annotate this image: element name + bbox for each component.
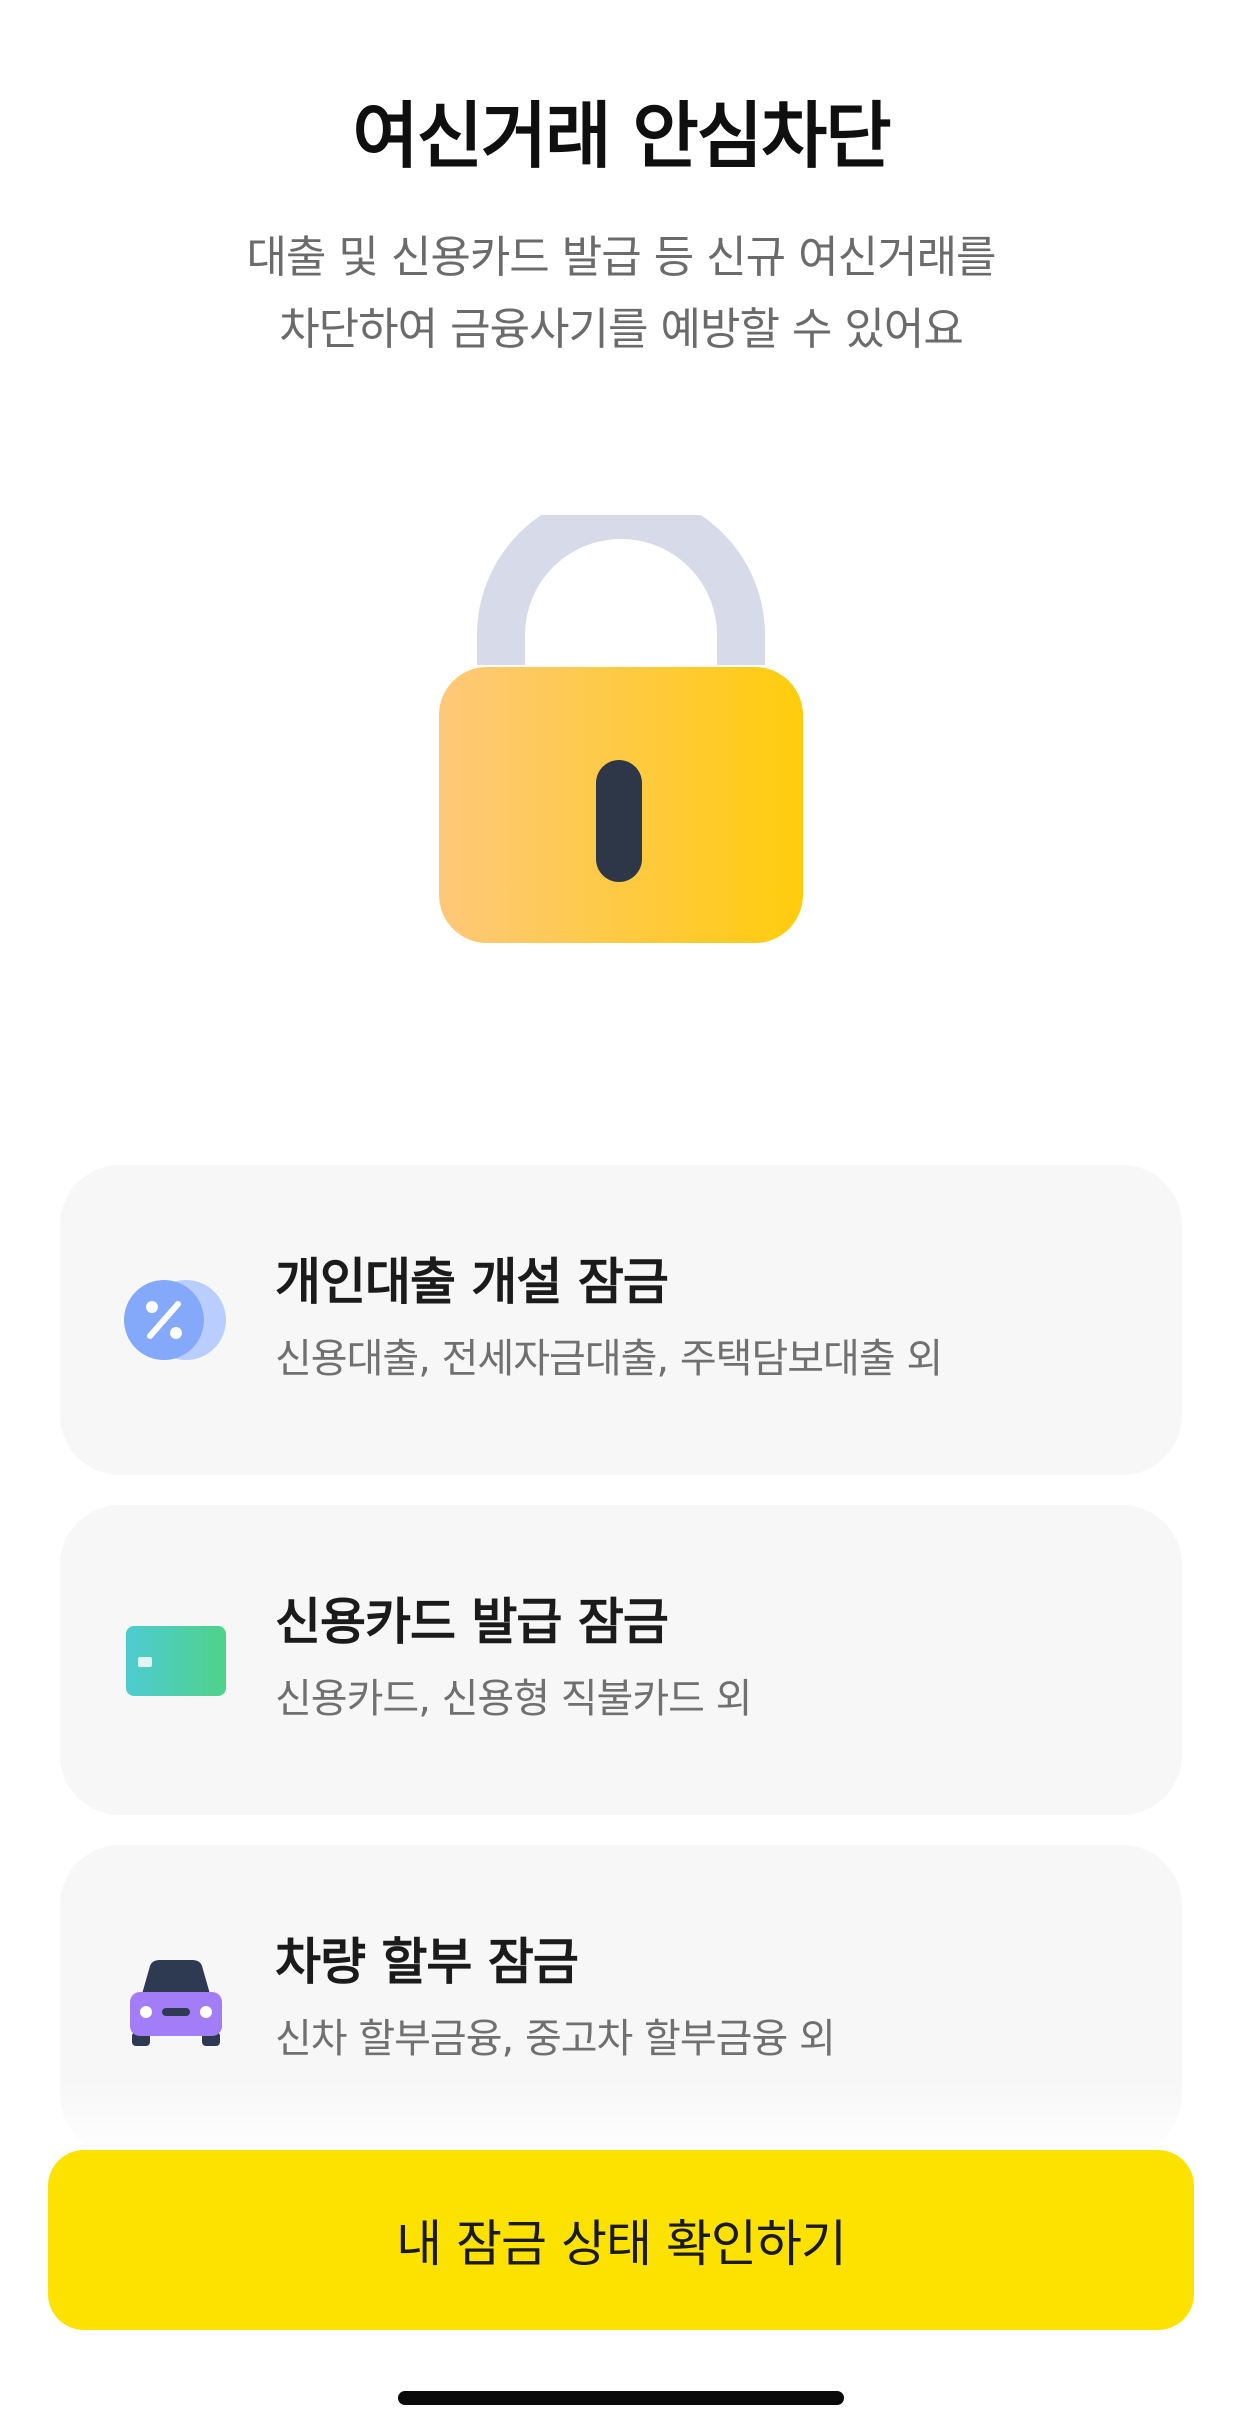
padlock-icon [439,515,803,943]
page-title: 여신거래 안심차단 [352,94,892,178]
lock-item-title: 차량 할부 잠금 [275,1933,579,1991]
check-lock-status-button[interactable]: 내 잠금 상태 확인하기 [48,2150,1194,2330]
car-icon [130,1960,222,2046]
lock-item-title: 개인대출 개설 잠금 [275,1253,669,1311]
lock-item-title: 신용카드 발급 잠금 [275,1593,669,1651]
page-subtitle: 대출 및 신용카드 발급 등 신규 여신거래를 차단하여 금융사기를 예방할 수… [0,222,1242,366]
lock-item-personal-loan[interactable]: 개인대출 개설 잠금 신용대출, 전세자금대출, 주택담보대출 외 [60,1165,1182,1475]
percent-coin-icon [124,1280,226,1360]
subtitle-line-1: 대출 및 신용카드 발급 등 신규 여신거래를 [246,232,996,283]
lock-item-description: 신차 할부금융, 중고차 할부금융 외 [275,2016,836,2062]
lock-item-description: 신용대출, 전세자금대출, 주택담보대출 외 [275,1336,943,1382]
lock-item-credit-card[interactable]: 신용카드 발급 잠금 신용카드, 신용형 직불카드 외 [60,1505,1182,1815]
home-indicator [398,2391,844,2405]
subtitle-line-2: 차단하여 금융사기를 예방할 수 있어요 [279,304,964,355]
bottom-fade [0,2080,1242,2160]
credit-card-icon [126,1626,226,1696]
lock-item-description: 신용카드, 신용형 직불카드 외 [275,1676,752,1722]
